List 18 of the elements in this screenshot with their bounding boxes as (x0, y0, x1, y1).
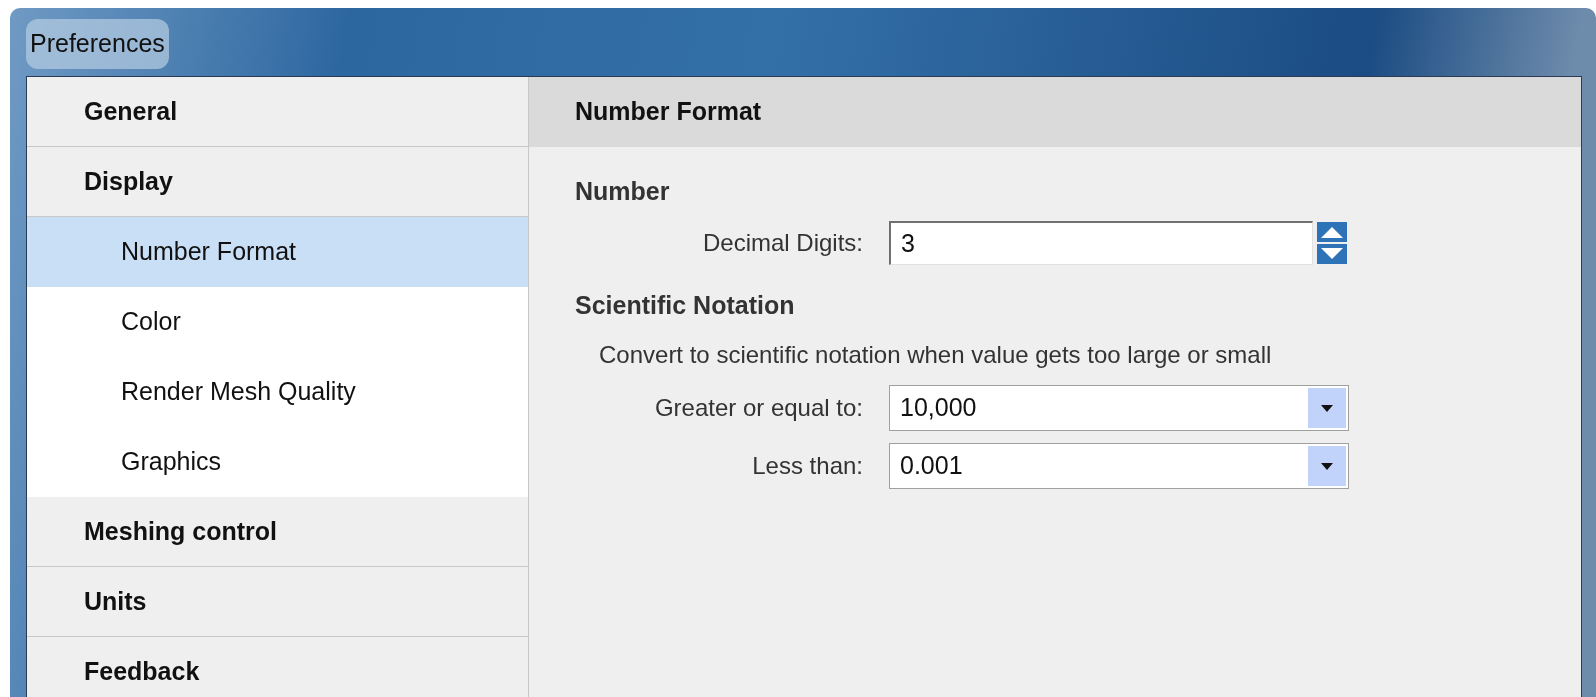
field-label: Decimal Digits: (701, 228, 864, 258)
sidebar-item[interactable]: Color (27, 287, 528, 357)
field-label: Less than: (751, 451, 864, 481)
caret-icon (1321, 462, 1333, 470)
dropdown[interactable]: 10,000 (889, 385, 1349, 431)
sidebar-item[interactable]: Graphics (27, 427, 528, 497)
spinner-icon[interactable] (1317, 222, 1347, 264)
panel-title: Number Format (575, 96, 762, 128)
section-description: Convert to scientific notation when value gets too large or small (599, 340, 1273, 370)
window-title: Preferences (26, 19, 169, 69)
field-label: Greater or equal to: (653, 393, 864, 423)
sidebar-item[interactable]: Render Mesh Quality (27, 357, 528, 427)
number-field[interactable]: 3 (889, 221, 1313, 265)
section-heading: Scientific Notation (575, 290, 796, 322)
section-heading: Number (575, 176, 671, 208)
sidebar-item[interactable]: Number Format (27, 217, 528, 287)
caret-icon (1321, 404, 1333, 412)
dropdown[interactable]: 0.001 (889, 443, 1349, 489)
